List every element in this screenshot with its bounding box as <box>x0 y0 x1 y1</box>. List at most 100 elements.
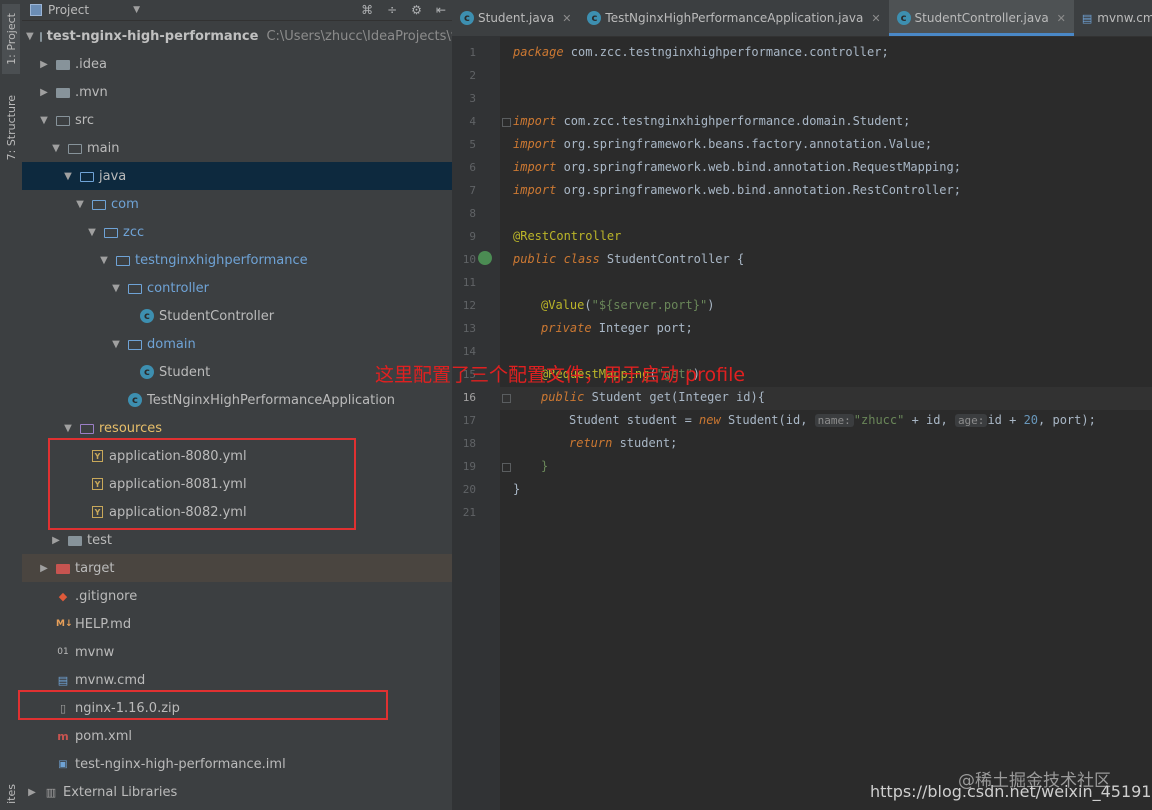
tree-row-gitignore[interactable]: ◆ .gitignore <box>22 582 452 610</box>
tree-label: zcc <box>123 224 145 240</box>
chevron-down-icon[interactable]: ▼ <box>62 171 74 182</box>
tree-row-controller[interactable]: ▼ controller <box>22 274 452 302</box>
project-panel-title[interactable]: Project <box>48 3 89 17</box>
code-line-6: import org.springframework.web.bind.anno… <box>513 160 961 174</box>
line-number: 8 <box>469 207 476 220</box>
chevron-down-icon[interactable]: ▼ <box>50 143 62 154</box>
code-token: Integer port; <box>591 321 693 335</box>
spring-boot-class-icon: c <box>587 11 602 25</box>
code-token: com.zcc.testnginxhighperformance.domain.… <box>556 114 911 128</box>
script-file-icon: ▤ <box>57 673 69 687</box>
close-icon[interactable]: ✕ <box>1057 12 1066 25</box>
package-icon <box>128 340 142 350</box>
project-tool-tab[interactable]: 1: Project <box>2 4 20 74</box>
tab-student-java[interactable]: c Student.java ✕ <box>452 0 579 36</box>
chevron-down-icon[interactable]: ▼ <box>86 227 98 238</box>
tab-mvnw-cmd[interactable]: ▤ mvnw.cmd <box>1074 0 1152 36</box>
chevron-down-icon[interactable]: ▼ <box>38 115 50 126</box>
tree-row-application[interactable]: c TestNginxHighPerformanceApplication <box>22 386 452 414</box>
chevron-right-icon[interactable]: ▶ <box>26 787 38 798</box>
line-number: 4 <box>469 115 476 128</box>
tab-application-java[interactable]: c TestNginxHighPerformanceApplication.ja… <box>579 0 888 36</box>
markdown-icon: M↓ <box>56 619 73 629</box>
settings-gear-icon[interactable]: ⚙ <box>411 3 422 17</box>
tab-label: mvnw.cmd <box>1097 11 1152 25</box>
tree-label: java <box>99 168 127 184</box>
tree-row-iml[interactable]: ▣ test-nginx-high-performance.iml <box>22 750 452 778</box>
tree-label: domain <box>147 336 196 352</box>
tree-row-java[interactable]: ▼ java <box>22 162 452 190</box>
chevron-right-icon[interactable]: ▶ <box>38 87 50 98</box>
spring-bean-gutter-icon[interactable] <box>478 251 492 265</box>
tree-row-external-libraries[interactable]: ▶ ▥ External Libraries <box>22 778 452 806</box>
class-icon: c <box>140 365 154 379</box>
chevron-down-icon[interactable]: ▼ <box>110 339 122 350</box>
tree-row-mvnw[interactable]: 01 mvnw <box>22 638 452 666</box>
project-root-name: test-nginx-high-performance <box>46 28 259 44</box>
code-line-12: @Value("${server.port}") <box>541 298 714 312</box>
tree-row-com[interactable]: ▼ com <box>22 190 452 218</box>
tab-label: TestNginxHighPerformanceApplication.java <box>605 11 864 25</box>
tree-row-testnginx[interactable]: ▼ testnginxhighperformance <box>22 246 452 274</box>
tree-row-root[interactable]: ▼ test-nginx-high-performance C:\Users\z… <box>22 22 452 50</box>
chevron-down-icon[interactable]: ▼ <box>62 423 74 434</box>
tree-row-idea[interactable]: ▶ .idea <box>22 50 452 78</box>
tree-row-target[interactable]: ▶ target <box>22 554 452 582</box>
tree-label: pom.xml <box>75 728 132 744</box>
line-number: 11 <box>462 276 476 289</box>
tree-row-mvn[interactable]: ▶ .mvn <box>22 78 452 106</box>
chevron-down-icon[interactable]: ▼ <box>26 31 34 42</box>
code-token: return <box>569 436 613 450</box>
binary-file-icon: 01 <box>57 647 69 657</box>
spring-boot-class-icon: c <box>128 393 142 407</box>
code-token: private <box>541 321 592 335</box>
fold-marker-icon[interactable] <box>502 118 511 127</box>
hide-panel-icon[interactable]: ⇤ <box>436 3 446 17</box>
tool-window-strip: 1: Project 7: Structure ites <box>0 0 23 810</box>
fold-marker-icon[interactable] <box>502 463 511 472</box>
code-line-13: private Integer port; <box>541 321 693 335</box>
tree-row-src[interactable]: ▼ src <box>22 106 452 134</box>
tree-label: StudentController <box>159 308 275 324</box>
line-number-gutter: 1 2 3 4 5 6 7 8 9 10 11 12 13 14 15 16 1… <box>452 36 500 810</box>
chevron-right-icon[interactable]: ▶ <box>38 59 50 70</box>
tree-row-pom[interactable]: m pom.xml <box>22 722 452 750</box>
tree-row-zcc[interactable]: ▼ zcc <box>22 218 452 246</box>
code-token: "zhucc" <box>853 413 905 427</box>
favorites-tool-tab[interactable]: ites <box>2 780 20 808</box>
view-dropdown-icon[interactable]: ▼ <box>133 5 140 15</box>
project-view-icon <box>30 4 42 16</box>
code-line-10: public class StudentController { <box>513 252 744 266</box>
chevron-down-icon[interactable]: ▼ <box>98 255 110 266</box>
project-panel: Project ▼ ⌘ ÷ ⚙ ⇤ ▼ test-nginx-high-perf… <box>22 0 452 810</box>
favorites-tool-label: ites <box>4 784 18 804</box>
line-number: 14 <box>462 345 476 358</box>
tree-label: External Libraries <box>63 784 178 800</box>
git-icon: ◆ <box>58 589 68 603</box>
editor-area: c Student.java ✕ c TestNginxHighPerforma… <box>452 0 1152 810</box>
tree-row-studentcontroller[interactable]: c StudentController <box>22 302 452 330</box>
close-icon[interactable]: ✕ <box>871 12 880 25</box>
chevron-down-icon[interactable]: ▼ <box>110 283 122 294</box>
tree-row-domain[interactable]: ▼ domain <box>22 330 452 358</box>
code-token: Student student = <box>569 413 700 427</box>
chevron-down-icon[interactable]: ▼ <box>74 199 86 210</box>
library-icon: ▥ <box>45 785 57 799</box>
tree-row-main[interactable]: ▼ main <box>22 134 452 162</box>
structure-tool-tab[interactable]: 7: Structure <box>2 88 20 168</box>
tree-label: test <box>87 532 112 548</box>
close-icon[interactable]: ✕ <box>562 12 571 25</box>
folder-icon <box>68 536 82 546</box>
chevron-right-icon[interactable]: ▶ <box>50 535 62 546</box>
fold-marker-icon[interactable] <box>502 394 511 403</box>
nginx-zip-highlight-box <box>18 690 388 720</box>
code-line-1: package com.zcc.testnginxhighperformance… <box>513 45 889 59</box>
package-icon <box>128 284 142 294</box>
tree-row-test[interactable]: ▶ test <box>22 526 452 554</box>
collapse-all-icon[interactable]: ⌘ <box>361 3 373 17</box>
tree-row-help[interactable]: M↓ HELP.md <box>22 610 452 638</box>
chevron-right-icon[interactable]: ▶ <box>38 563 50 574</box>
tab-studentcontroller-java[interactable]: c StudentController.java ✕ <box>888 0 1075 36</box>
project-root-path: C:\Users\zhucc\IdeaProjects\tes <box>266 28 452 44</box>
tree-label: test-nginx-high-performance.iml <box>75 756 286 772</box>
